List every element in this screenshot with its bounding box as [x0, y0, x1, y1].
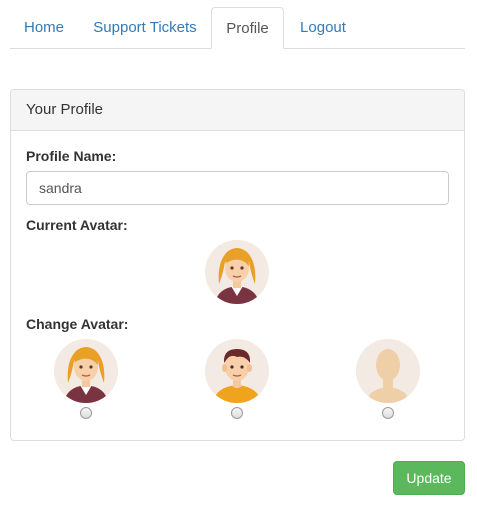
profile-name-input[interactable]: [26, 171, 449, 205]
female-avatar-icon: [54, 339, 118, 403]
tab-logout[interactable]: Logout: [290, 7, 356, 49]
current-avatar-label: Current Avatar:: [26, 217, 128, 233]
avatar-option-blank-radio[interactable]: [382, 407, 394, 419]
panel-heading: Your Profile: [11, 90, 464, 131]
update-button[interactable]: Update: [393, 461, 465, 495]
current-avatar-female-avatar-icon: [205, 240, 269, 304]
tab-home[interactable]: Home: [10, 7, 78, 49]
avatar-option-female-radio[interactable]: [80, 407, 92, 419]
tab-profile[interactable]: Profile: [211, 7, 284, 49]
change-avatar-label: Change Avatar:: [26, 316, 129, 332]
profile-panel: Your Profile Profile Name: Current Avata…: [10, 89, 465, 441]
profile-name-label: Profile Name:: [26, 148, 117, 164]
blank-avatar-icon: [356, 339, 420, 403]
avatar-option-male-radio[interactable]: [231, 407, 243, 419]
male-avatar-icon: [205, 339, 269, 403]
nav-tabs: Home Support Tickets Profile Logout: [10, 7, 465, 49]
tab-support-tickets[interactable]: Support Tickets: [86, 7, 204, 49]
